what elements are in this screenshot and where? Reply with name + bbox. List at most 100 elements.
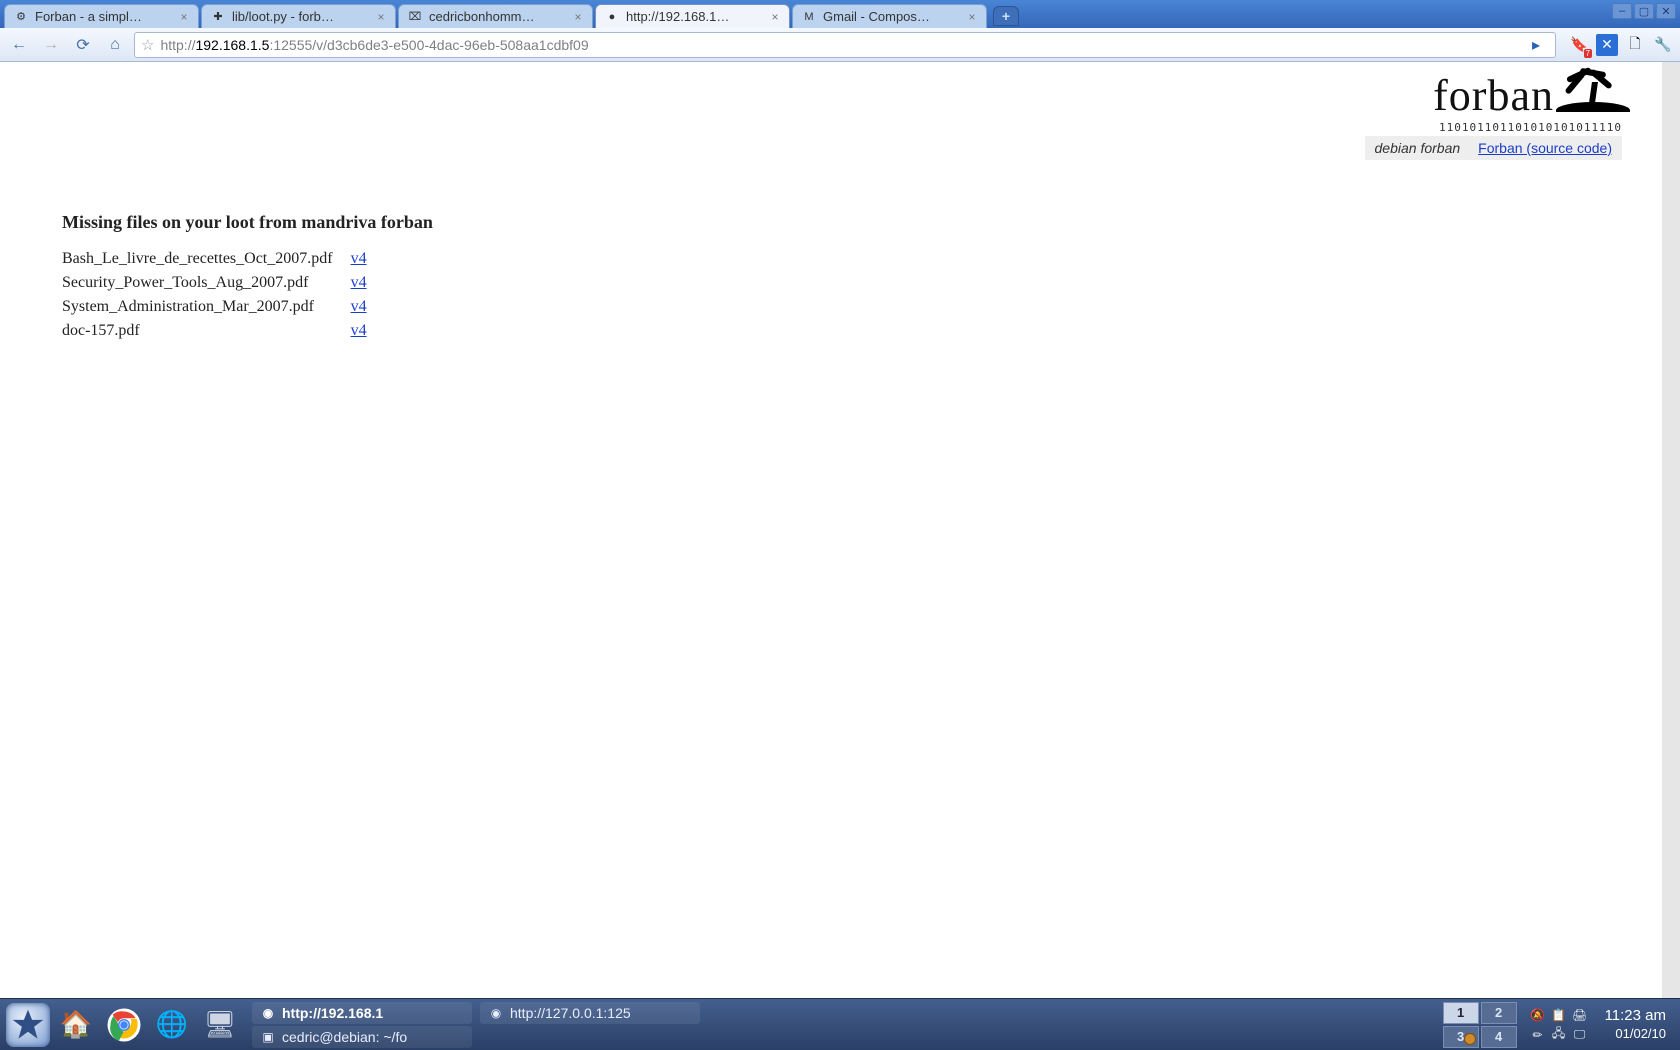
tab-close-button[interactable]: × bbox=[375, 11, 387, 23]
terminal-favicon-icon: ▣ bbox=[260, 1029, 276, 1045]
tab-favicon-icon: M bbox=[801, 9, 817, 25]
window-controls: – ▢ ✕ bbox=[1612, 3, 1676, 19]
kde-taskbar: 🏠 🌐 🖥 ◉ http://192.168.1 ◉ http://127.0.… bbox=[0, 998, 1680, 1050]
tab-close-button[interactable]: × bbox=[178, 11, 190, 23]
tray-icon[interactable]: 🔕 bbox=[1529, 1006, 1547, 1024]
scrollbar-thumb[interactable] bbox=[1664, 92, 1679, 152]
browser-tab[interactable]: M Gmail - Compos… × bbox=[792, 4, 987, 28]
page-viewport: ▲ ▼ forban 110101101101010101011110 debi… bbox=[0, 62, 1680, 998]
tray-clipboard-icon[interactable]: 📋 bbox=[1550, 1006, 1568, 1024]
table-row: Bash_Le_livre_de_recettes_Oct_2007.pdfv4 bbox=[62, 247, 385, 271]
tab-close-button[interactable]: × bbox=[966, 11, 978, 23]
pager-desktop-3[interactable]: 3 bbox=[1443, 1026, 1479, 1048]
window-maximize-button[interactable]: ▢ bbox=[1634, 3, 1654, 19]
task-entry-label: cedric@debian: ~/fo bbox=[282, 1029, 407, 1045]
k-menu-button[interactable] bbox=[6, 1003, 50, 1047]
wrench-menu-icon[interactable]: 🔧 bbox=[1652, 34, 1674, 56]
task-entry[interactable]: ▣ cedric@debian: ~/fo bbox=[252, 1026, 472, 1048]
instance-name: debian forban bbox=[1375, 140, 1461, 156]
file-name: Security_Power_Tools_Aug_2007.pdf bbox=[62, 271, 351, 295]
tray-network-icon[interactable]: 🖧 bbox=[1550, 1026, 1568, 1044]
tab-favicon-icon: ⚙ bbox=[13, 9, 29, 25]
extension-icon-1[interactable]: 🔖7 bbox=[1568, 34, 1590, 56]
launcher-web-icon[interactable]: 🌐 bbox=[150, 1003, 194, 1047]
browser-toolbar: ← → ⟳ ⌂ ☆ http://192.168.1.5:12555/v/d3c… bbox=[0, 28, 1680, 62]
launcher-home-icon[interactable]: 🏠 bbox=[54, 1003, 98, 1047]
file-version-link[interactable]: v4 bbox=[351, 322, 367, 339]
scrollbar-up-button[interactable]: ▲ bbox=[1664, 62, 1679, 78]
table-row: System_Administration_Mar_2007.pdfv4 bbox=[62, 295, 385, 319]
chrome-favicon-icon: ◉ bbox=[488, 1005, 504, 1021]
task-entry-label: http://192.168.1 bbox=[282, 1005, 383, 1021]
file-name: System_Administration_Mar_2007.pdf bbox=[62, 295, 351, 319]
tray-icon[interactable]: ✏ bbox=[1529, 1026, 1547, 1044]
pager-desktop-2[interactable]: 2 bbox=[1481, 1002, 1517, 1024]
tab-title: Gmail - Compos… bbox=[823, 9, 962, 24]
page-menu-icon[interactable]: 🗋 bbox=[1624, 34, 1646, 56]
window-close-button[interactable]: ✕ bbox=[1656, 3, 1676, 19]
extension-icon-2[interactable]: ✕ bbox=[1596, 34, 1618, 56]
file-version-link[interactable]: v4 bbox=[351, 274, 367, 291]
site-subheader: debian forban Forban (source code) bbox=[1365, 136, 1622, 160]
go-play-icon[interactable]: ▸ bbox=[1523, 32, 1549, 58]
browser-tab[interactable]: ⚙ Forban - a simpl… × bbox=[4, 4, 199, 28]
clock-time: 11:23 am bbox=[1605, 1006, 1666, 1026]
site-logo-text: forban bbox=[1433, 70, 1554, 121]
clock-date: 01/02/10 bbox=[1605, 1026, 1666, 1043]
file-version-link[interactable]: v4 bbox=[351, 250, 367, 267]
site-logo-binary: 110101101101010101011110 bbox=[1365, 121, 1622, 134]
browser-tab[interactable]: ✚ lib/loot.py - forb… × bbox=[201, 4, 396, 28]
tab-close-button[interactable]: × bbox=[572, 11, 584, 23]
new-tab-button[interactable]: + bbox=[993, 6, 1019, 26]
tab-favicon-icon: ✚ bbox=[210, 9, 226, 25]
missing-files-table: Bash_Le_livre_de_recettes_Oct_2007.pdfv4… bbox=[62, 247, 385, 343]
source-code-link[interactable]: Forban (source code) bbox=[1478, 140, 1612, 156]
url-scheme: http:// bbox=[160, 37, 195, 53]
palm-tree-icon bbox=[1562, 70, 1622, 110]
scrollbar-down-button[interactable]: ▼ bbox=[1664, 982, 1679, 998]
tab-title: cedricbonhomm… bbox=[429, 9, 568, 24]
browser-tab[interactable]: ● http://192.168.1… × bbox=[595, 4, 790, 28]
browser-tabstrip: ⚙ Forban - a simpl… × ✚ lib/loot.py - forb… ×… bbox=[0, 0, 1680, 28]
desktop-pager[interactable]: 1 2 3 4 bbox=[1443, 1002, 1517, 1048]
tab-close-button[interactable]: × bbox=[769, 11, 781, 23]
table-row: doc-157.pdfv4 bbox=[62, 319, 385, 343]
url-text[interactable]: http://192.168.1.5:12555/v/d3cb6de3-e500… bbox=[160, 37, 1517, 53]
file-name: Bash_Le_livre_de_recettes_Oct_2007.pdf bbox=[62, 247, 351, 271]
browser-tab[interactable]: ⌧ cedricbonhomm… × bbox=[398, 4, 593, 28]
task-entry-active[interactable]: ◉ http://192.168.1 bbox=[252, 1002, 472, 1024]
pager-desktop-4[interactable]: 4 bbox=[1481, 1026, 1517, 1048]
launcher-chrome-icon[interactable] bbox=[102, 1003, 146, 1047]
tab-favicon-icon: ⌧ bbox=[407, 9, 423, 25]
taskbar-clock[interactable]: 11:23 am 01/02/10 bbox=[1597, 1006, 1674, 1042]
back-button[interactable]: ← bbox=[6, 32, 32, 58]
site-logo: forban bbox=[1365, 70, 1622, 121]
chrome-favicon-icon: ◉ bbox=[260, 1005, 276, 1021]
tab-title: Forban - a simpl… bbox=[35, 9, 174, 24]
page-heading: Missing files on your loot from mandriva… bbox=[62, 212, 1662, 233]
table-row: Security_Power_Tools_Aug_2007.pdfv4 bbox=[62, 271, 385, 295]
taskbar-right: 1 2 3 4 🔕 📋 🖨 ✏ 🖧 🖵 11:23 am 01/02/10 bbox=[1443, 1002, 1674, 1048]
home-button[interactable]: ⌂ bbox=[102, 32, 128, 58]
file-name: doc-157.pdf bbox=[62, 319, 351, 343]
toolbar-extensions: 🔖7 ✕ 🗋 🔧 bbox=[1562, 34, 1674, 56]
tray-icon[interactable]: 🖨 bbox=[1571, 1006, 1589, 1024]
tray-icon[interactable]: 🖵 bbox=[1571, 1026, 1589, 1044]
task-entry-label: http://127.0.0.1:125 bbox=[510, 1005, 631, 1021]
launcher-konsole-icon[interactable]: 🖥 bbox=[198, 1003, 242, 1047]
tab-title: http://192.168.1… bbox=[626, 9, 765, 24]
address-bar[interactable]: ☆ http://192.168.1.5:12555/v/d3cb6de3-e5… bbox=[134, 32, 1556, 58]
window-minimize-button[interactable]: – bbox=[1612, 3, 1632, 19]
forward-button[interactable]: → bbox=[38, 32, 64, 58]
url-path: :12555/v/d3cb6de3-e500-4dac-96eb-508aa1c… bbox=[269, 37, 588, 53]
bookmark-star-icon[interactable]: ☆ bbox=[141, 36, 154, 54]
task-entry[interactable]: ◉ http://127.0.0.1:125 bbox=[480, 1002, 700, 1024]
reload-button[interactable]: ⟳ bbox=[70, 32, 96, 58]
tab-title: lib/loot.py - forb… bbox=[232, 9, 371, 24]
tab-favicon-icon: ● bbox=[604, 9, 620, 25]
system-tray[interactable]: 🔕 📋 🖨 ✏ 🖧 🖵 bbox=[1529, 1006, 1589, 1044]
url-host: 192.168.1.5 bbox=[195, 37, 269, 53]
site-header: forban 110101101101010101011110 debian f… bbox=[1365, 70, 1622, 160]
pager-desktop-1[interactable]: 1 bbox=[1443, 1002, 1479, 1024]
file-version-link[interactable]: v4 bbox=[351, 298, 367, 315]
